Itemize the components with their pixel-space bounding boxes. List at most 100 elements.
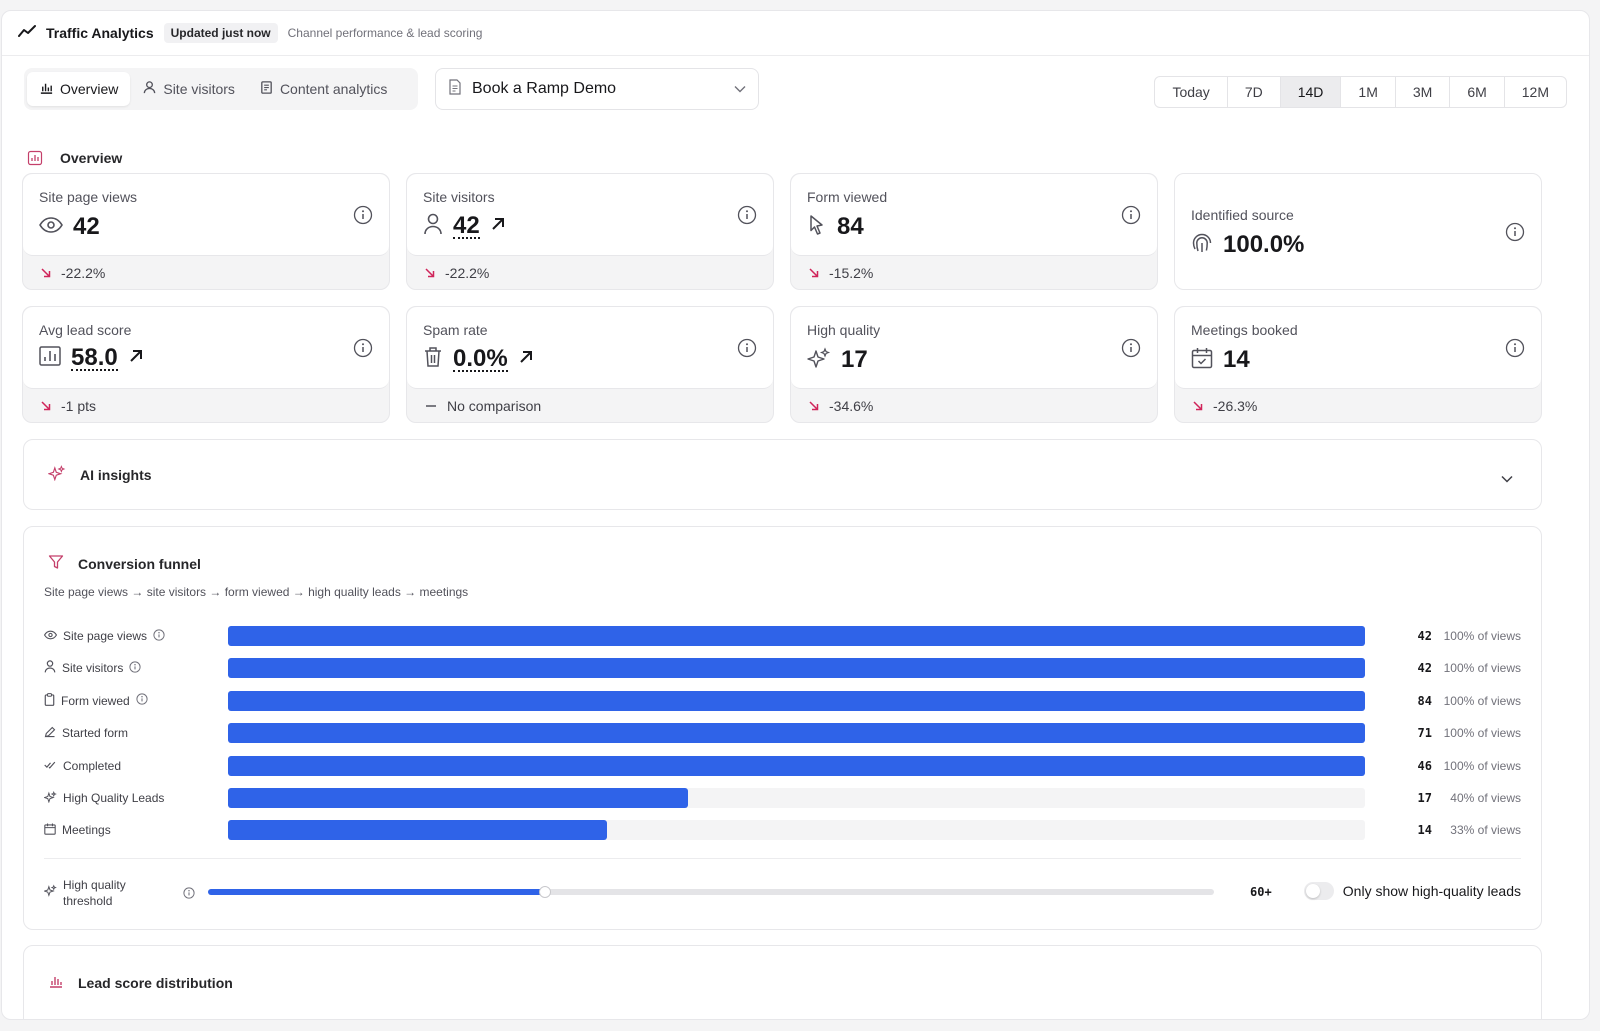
range-today[interactable]: Today xyxy=(1155,77,1228,107)
hq-only-toggle[interactable] xyxy=(1303,882,1334,900)
tab-content-analytics[interactable]: Content analytics xyxy=(247,72,399,106)
metric-delta: No comparison xyxy=(447,398,542,414)
divider xyxy=(44,858,1521,859)
date-range-selector: Today 7D 14D 1M 3M 6M 12M xyxy=(1154,76,1567,108)
pencil-icon xyxy=(44,726,56,741)
range-6m[interactable]: 6M xyxy=(1450,77,1505,107)
info-icon[interactable] xyxy=(1505,222,1525,247)
hq-toggle-label: Only show high-quality leads xyxy=(1342,883,1521,899)
metric-card-form-viewed: Form viewed 84 -15.2% xyxy=(790,173,1158,290)
info-icon[interactable] xyxy=(353,205,373,230)
funnel-row: Site visitors 42 100% of views xyxy=(44,658,1521,679)
metric-card-site-visitors: Site visitors 42 -22.2% xyxy=(406,173,774,290)
info-icon[interactable] xyxy=(183,886,195,904)
arrow-up-right-icon xyxy=(128,348,144,369)
info-icon[interactable] xyxy=(353,338,373,363)
funnel-row: Site page views 42 100% of views xyxy=(43,626,1521,646)
metric-card-avg-lead-score: Avg lead score 58.0 -1 pts xyxy=(22,306,390,423)
double-check-icon xyxy=(44,759,57,773)
controls-row: Overview Site visitors Content analytics… xyxy=(24,68,1567,110)
chart-square-icon xyxy=(24,147,46,169)
calendar-icon xyxy=(44,823,56,838)
arrow-down-right-icon xyxy=(41,265,51,281)
sparkles-icon xyxy=(807,346,831,374)
eye-icon xyxy=(43,629,58,643)
trend-line-icon xyxy=(18,24,36,43)
funnel-row-label: High Quality Leads xyxy=(63,791,165,805)
range-3m[interactable]: 3M xyxy=(1396,77,1451,107)
info-icon[interactable] xyxy=(737,205,757,230)
tab-label: Overview xyxy=(60,81,119,97)
lead-distribution-title: Lead score distribution xyxy=(78,974,233,991)
funnel-percent: 100% of views xyxy=(1443,661,1521,676)
metric-value: 42 xyxy=(73,213,100,240)
threshold-label-line1: High quality xyxy=(63,878,126,892)
range-14d[interactable]: 14D xyxy=(1280,77,1342,107)
threshold-label: High quality threshold xyxy=(43,877,126,909)
info-icon[interactable] xyxy=(136,693,148,708)
arrow-down-right-icon xyxy=(41,398,51,414)
metric-value: 100.0% xyxy=(1223,231,1305,258)
funnel-row: High Quality Leads 17 40% of views xyxy=(43,788,1521,808)
metric-card-meetings-booked: Meetings booked 14 -26.3% xyxy=(1174,306,1542,423)
overview-title: Overview xyxy=(60,150,123,166)
slider-handle[interactable] xyxy=(539,886,551,898)
funnel-count: 17 xyxy=(1417,791,1432,805)
clipboard-icon xyxy=(44,692,55,709)
info-icon[interactable] xyxy=(153,628,165,644)
funnel-row: Completed 46 100% of views xyxy=(44,755,1521,776)
funnel-subtitle: Site page views → site visitors → form v… xyxy=(44,585,469,599)
metric-value: 17 xyxy=(841,346,868,373)
funnel-row: Form viewed 84 100% of views xyxy=(44,690,1521,711)
funnel-percent: 100% of views xyxy=(1443,758,1521,773)
funnel-bar-track xyxy=(228,788,1365,808)
funnel-row-label: Form viewed xyxy=(61,693,130,708)
hq-toggle-row: Only show high-quality leads xyxy=(1303,882,1521,900)
funnel-bar xyxy=(228,755,1365,776)
funnel-row-label: Meetings xyxy=(62,823,111,838)
funnel-bar-track xyxy=(228,690,1365,711)
metric-label: Form viewed xyxy=(807,189,888,205)
arrow-down-right-icon xyxy=(1193,398,1203,414)
info-icon[interactable] xyxy=(1121,338,1141,363)
metric-delta: -1 pts xyxy=(61,398,97,414)
tab-site-visitors[interactable]: Site visitors xyxy=(130,72,247,106)
bar-chart-icon xyxy=(39,346,61,371)
tab-label: Content analytics xyxy=(279,81,388,97)
metric-card-identified-source: Identified source 100.0% xyxy=(1174,173,1542,290)
metric-delta: -15.2% xyxy=(829,265,874,281)
info-icon[interactable] xyxy=(1121,205,1141,230)
tab-label: Site visitors xyxy=(163,81,235,97)
metric-label: Site visitors xyxy=(423,189,495,205)
funnel-percent: 33% of views xyxy=(1450,823,1521,838)
funnel-bar xyxy=(228,690,1365,711)
funnel-count: 14 xyxy=(1417,823,1432,838)
threshold-label-line2: threshold xyxy=(63,894,113,908)
info-icon[interactable] xyxy=(737,338,757,363)
info-icon[interactable] xyxy=(1505,338,1525,363)
conversion-funnel-panel: Conversion funnel Site page views → site… xyxy=(23,526,1542,930)
form-select[interactable]: Book a Ramp Demo xyxy=(435,68,759,110)
metric-delta: -26.3% xyxy=(1213,398,1258,414)
funnel-count: 46 xyxy=(1417,758,1432,773)
funnel-percent: 100% of views xyxy=(1443,726,1521,741)
updated-badge: Updated just now xyxy=(163,23,278,43)
metric-delta: -34.6% xyxy=(829,398,874,414)
form-select-value: Book a Ramp Demo xyxy=(472,80,617,97)
fingerprint-icon xyxy=(1191,232,1213,259)
ai-insights-panel[interactable]: AI insights xyxy=(23,439,1542,510)
funnel-row-name: Form viewed xyxy=(44,692,208,709)
sparkles-icon xyxy=(43,790,57,806)
funnel-row-name: Meetings xyxy=(44,823,208,838)
tab-overview[interactable]: Overview xyxy=(27,72,131,106)
threshold-slider[interactable] xyxy=(208,886,1214,898)
cursor-icon xyxy=(807,214,827,241)
chevron-down-icon[interactable] xyxy=(1501,470,1513,488)
metric-value: 84 xyxy=(837,213,864,240)
threshold-value: 60+ xyxy=(1250,885,1272,899)
range-7d[interactable]: 7D xyxy=(1228,77,1281,107)
funnel-row-name: High Quality Leads xyxy=(43,790,208,806)
info-icon[interactable] xyxy=(129,661,141,676)
range-12m[interactable]: 12M xyxy=(1505,77,1566,107)
range-1m[interactable]: 1M xyxy=(1341,77,1396,107)
